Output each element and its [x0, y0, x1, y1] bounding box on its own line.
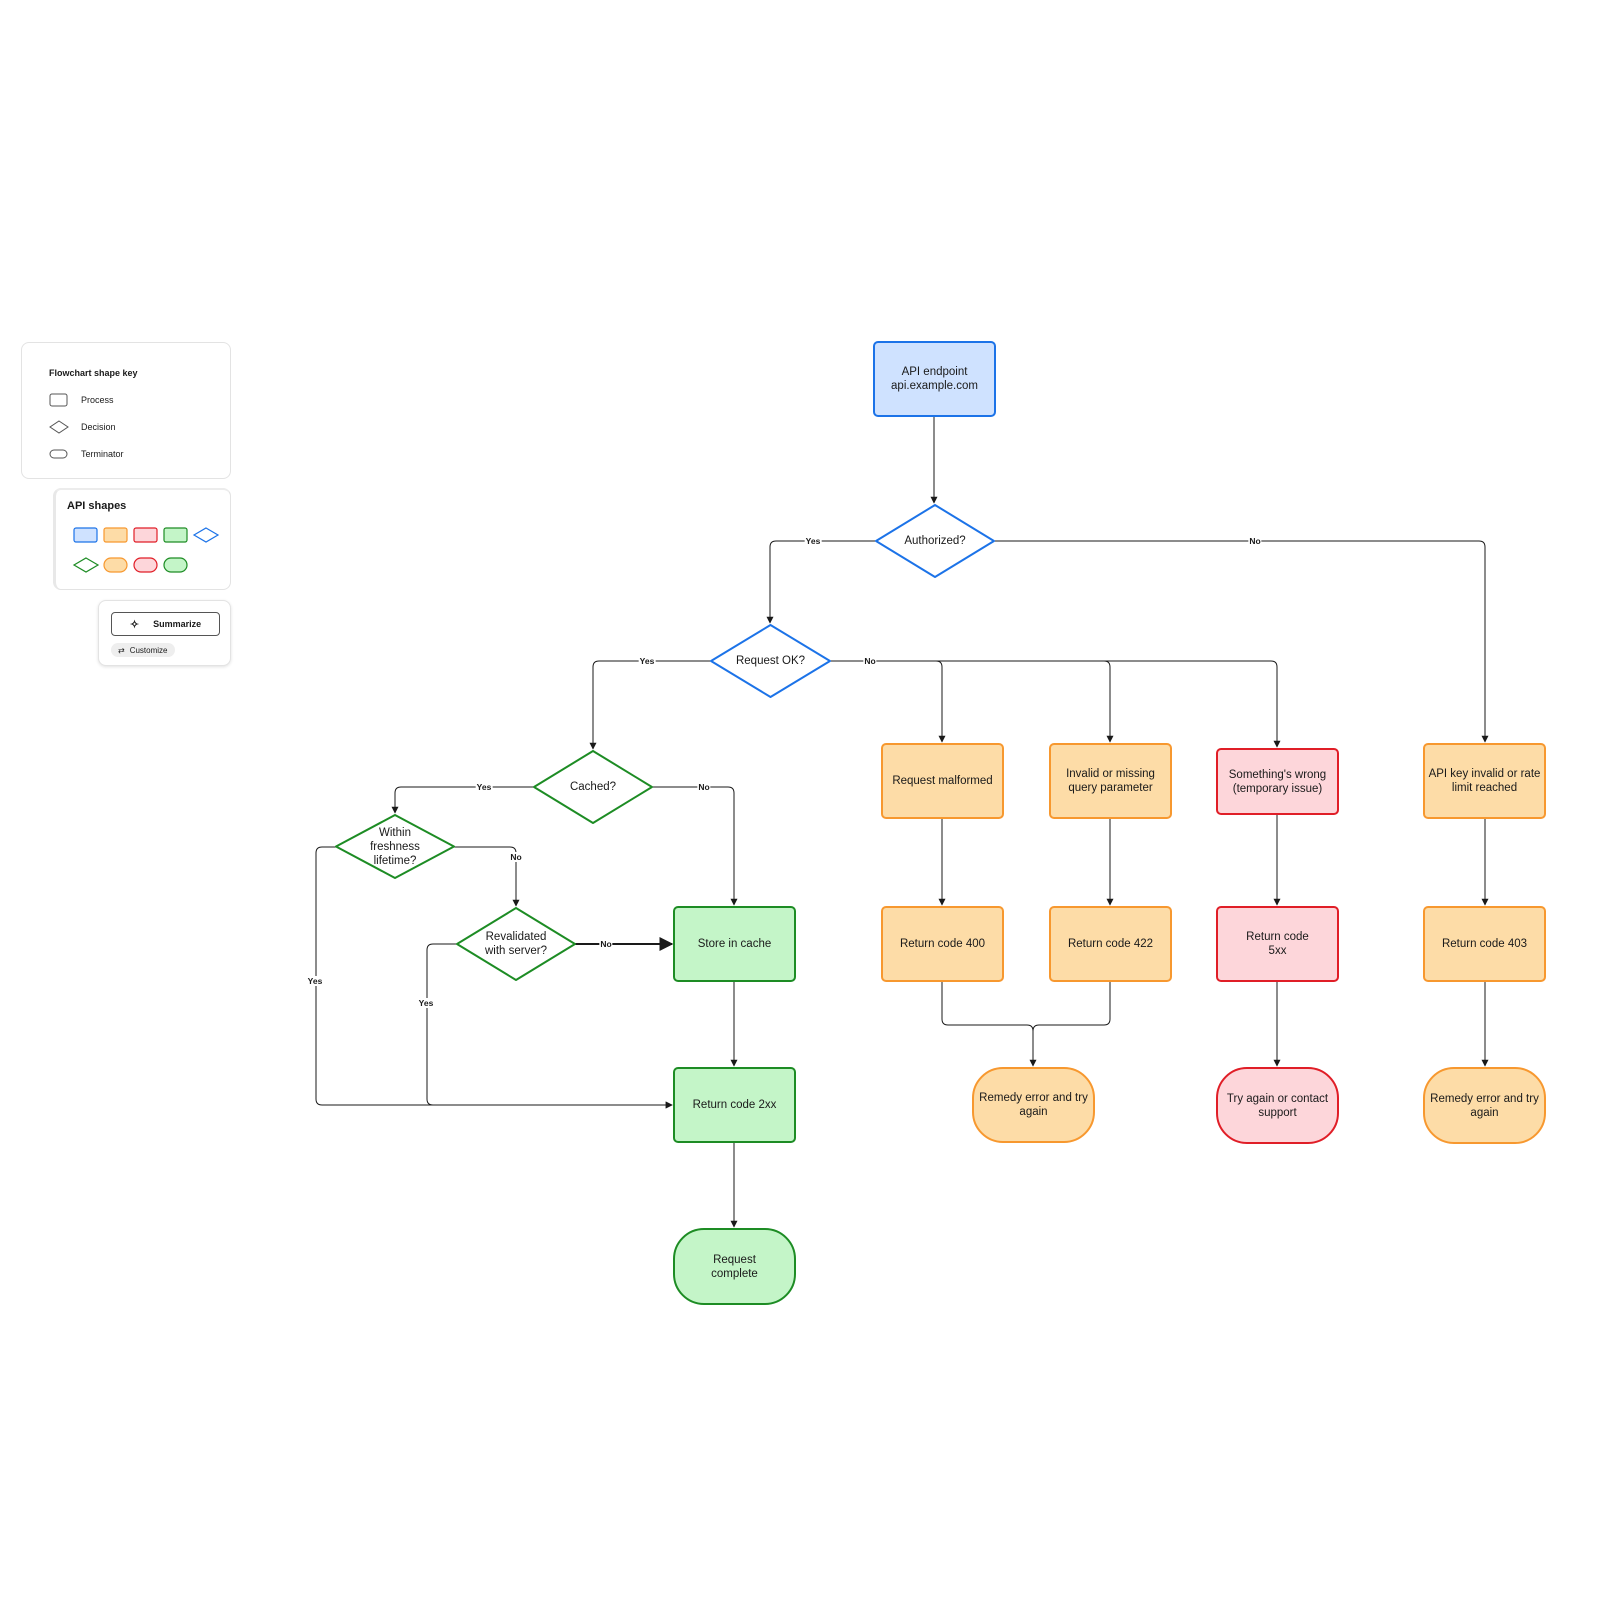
edge-return-422-to-remedy-1[interactable]	[1032, 981, 1111, 1032]
customize-label: Customize	[129, 645, 168, 655]
api-shapes-swatches	[72, 527, 220, 573]
node-api-endpoint[interactable]	[873, 341, 996, 417]
node-request-complete[interactable]	[673, 1228, 796, 1305]
swatch-decision-green[interactable]	[72, 557, 100, 573]
node-remedy-2[interactable]	[1423, 1067, 1546, 1144]
edge-label: No	[863, 656, 877, 666]
edge-request-ok-to-invalid-param[interactable]	[936, 660, 1114, 743]
node-return-400[interactable]	[881, 906, 1004, 982]
swatch-process-orange[interactable]	[103, 527, 128, 543]
edge-label: No	[599, 939, 613, 949]
edge-authorized-to-api-key-invalid[interactable]	[994, 540, 1489, 743]
edge-label: Yes	[804, 536, 822, 546]
decision-shape-icon	[49, 420, 69, 434]
edge-label: No	[509, 852, 523, 862]
swatch-process-green[interactable]	[163, 527, 188, 543]
node-freshness[interactable]	[335, 814, 455, 879]
edge-cached-to-store-cache[interactable]	[652, 786, 738, 906]
swatch-terminator-red[interactable]	[133, 557, 158, 573]
swatch-terminator-orange[interactable]	[103, 557, 128, 573]
edge-cached-to-freshness[interactable]	[391, 786, 534, 814]
edge-freshness-to-revalidated[interactable]	[454, 846, 520, 907]
edge-label: No	[697, 782, 711, 792]
shape-key-item-decision: Decision	[49, 420, 116, 434]
edge-request-ok-to-cached[interactable]	[589, 660, 711, 750]
shape-key-label: Decision	[81, 422, 116, 432]
node-store-cache[interactable]	[673, 906, 796, 982]
edge-label: Yes	[475, 782, 493, 792]
api-shapes-title: API shapes	[67, 500, 127, 512]
edge-label: Yes	[638, 656, 656, 666]
shape-key-label: Process	[81, 395, 114, 405]
edge-authorized-to-request-ok[interactable]	[766, 540, 876, 624]
ai-actions-panel: ✧ Summarize ⇄ Customize	[98, 600, 231, 666]
sliders-icon: ⇄	[118, 645, 125, 655]
swatch-process-red[interactable]	[133, 527, 158, 543]
shape-key-title: Flowchart shape key	[49, 368, 138, 378]
edge-label: No	[1248, 536, 1262, 546]
node-return-403[interactable]	[1423, 906, 1546, 982]
node-malformed[interactable]	[881, 743, 1004, 819]
node-revalidated[interactable]	[456, 907, 576, 981]
shape-key-panel: Flowchart shape key Process Decision Ter…	[21, 342, 231, 479]
summarize-button[interactable]: ✧ Summarize	[111, 612, 220, 636]
node-remedy-1[interactable]	[972, 1067, 1095, 1143]
edge-revalidated-to-return-2xx[interactable]	[426, 943, 673, 1109]
node-something-wrong[interactable]	[1216, 748, 1339, 815]
edge-return-400-to-remedy-1[interactable]	[941, 981, 1037, 1067]
node-invalid-param[interactable]	[1049, 743, 1172, 819]
shape-key-item-terminator: Terminator	[49, 447, 124, 461]
terminator-shape-icon	[49, 449, 68, 459]
node-return-422[interactable]	[1049, 906, 1172, 982]
node-cached[interactable]	[533, 750, 653, 824]
swatch-decision-blue[interactable]	[192, 527, 220, 543]
swatch-process-blue[interactable]	[73, 527, 98, 543]
flowchart-canvas[interactable]	[0, 0, 1600, 1600]
node-authorized[interactable]	[875, 504, 995, 578]
edge-label: Yes	[417, 998, 435, 1008]
edge-freshness-to-return-2xx[interactable]	[315, 846, 673, 1109]
node-return-5xx[interactable]	[1216, 906, 1339, 982]
shape-key-item-process: Process	[49, 393, 114, 407]
node-request-ok[interactable]	[710, 624, 831, 698]
customize-button[interactable]: ⇄ Customize	[111, 643, 175, 657]
node-api-key-invalid[interactable]	[1423, 743, 1546, 819]
swatch-terminator-green[interactable]	[163, 557, 188, 573]
edge-request-ok-to-something-wrong[interactable]	[1104, 660, 1281, 748]
api-shapes-panel: API shapes	[53, 488, 231, 590]
edge-label: Yes	[306, 976, 324, 986]
summarize-label: Summarize	[153, 619, 202, 629]
nodes-layer	[335, 341, 1546, 1305]
node-return-2xx[interactable]	[673, 1067, 796, 1143]
shape-key-label: Terminator	[81, 449, 124, 459]
sparkle-icon: ✧	[129, 618, 140, 631]
edge-request-ok-to-malformed[interactable]	[830, 660, 946, 743]
node-try-again[interactable]	[1216, 1067, 1339, 1144]
process-shape-icon	[49, 393, 68, 407]
